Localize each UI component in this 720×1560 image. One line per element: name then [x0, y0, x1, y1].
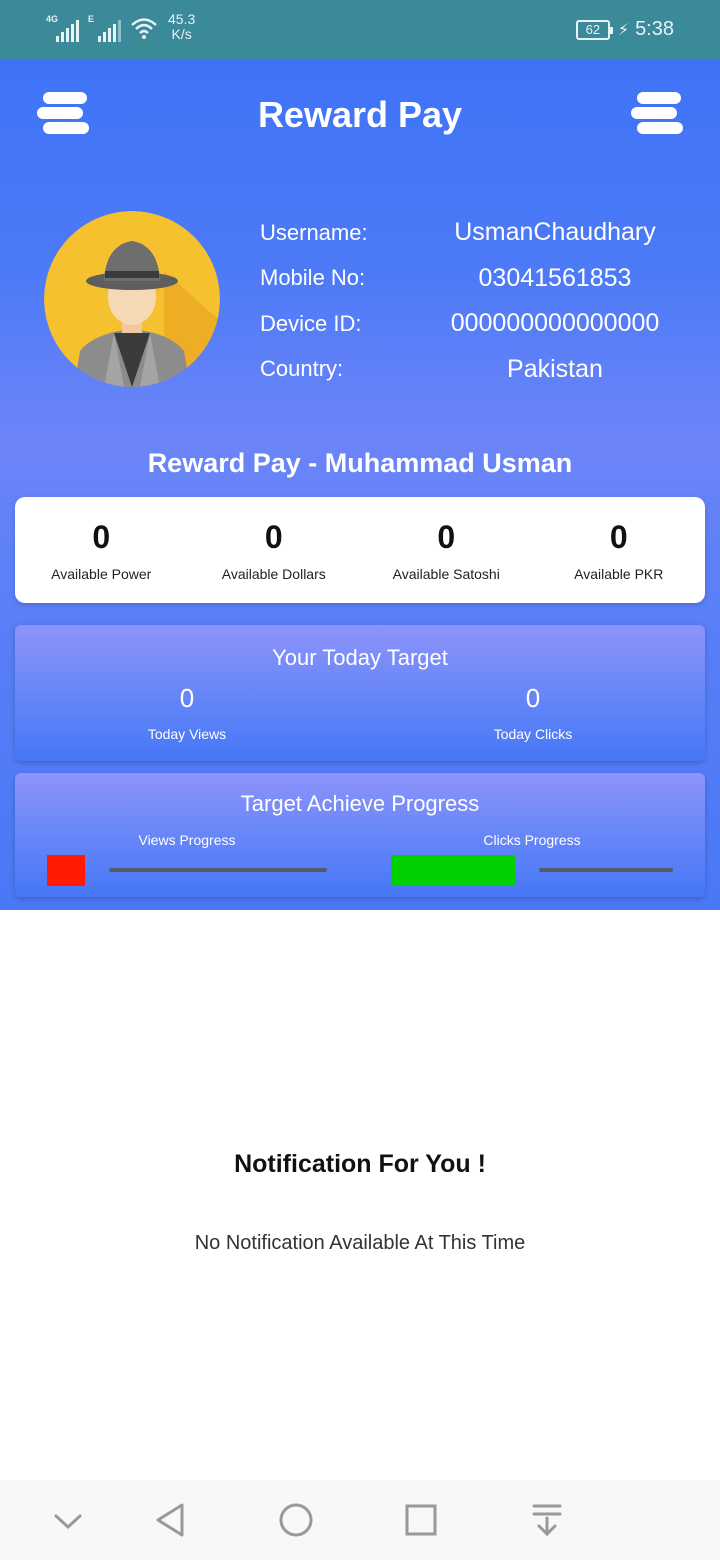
balance-power: 0 Available Power — [15, 497, 188, 603]
balance-satoshi: 0 Available Satoshi — [360, 497, 533, 603]
spy-avatar-icon — [44, 211, 220, 387]
country-label: Country: — [260, 356, 344, 382]
battery-icon: 62 — [575, 19, 613, 40]
chevron-down-icon[interactable] — [48, 1500, 88, 1540]
wifi-icon — [131, 18, 157, 39]
today-clicks-label: Today Clicks — [493, 726, 573, 742]
balance-label: Available Power — [51, 566, 152, 582]
battery-level: 62 — [585, 21, 601, 37]
balance-label: Available PKR — [574, 566, 664, 582]
network-type-label-2: E — [88, 14, 95, 24]
cell-signal-icon-2: E — [88, 12, 122, 42]
balance-card: 0 Available Power 0 Available Dollars 0 … — [15, 497, 705, 603]
app-title: Reward Pay — [257, 94, 463, 135]
profile-info: Username: UsmanChaudhary Mobile No: 0304… — [260, 210, 700, 392]
clicks-progress-label: Clicks Progress — [483, 832, 581, 848]
app-subtitle: Reward Pay - Muhammad Usman — [147, 448, 573, 478]
notification-empty-message: No Notification Available At This Time — [194, 1232, 526, 1254]
info-row-mobile: Mobile No: 03041561853 — [260, 256, 700, 302]
today-clicks-value: 0 — [525, 683, 541, 713]
views-progress-bar — [109, 868, 327, 872]
device-id-label: Device ID: — [260, 310, 362, 336]
balance-value: 0 — [264, 519, 283, 555]
today-target-card: Your Today Target 0 Today Views 0 Today … — [15, 625, 705, 761]
clock: 5:38 — [635, 18, 674, 40]
status-bar: 4G E 45.3 K/s 62 ⚡ 5:38 — [0, 0, 720, 60]
mobile-value: 03041561853 — [478, 263, 632, 292]
info-row-device: Device ID: 000000000000000 — [260, 301, 700, 347]
username-label: Username: — [260, 219, 368, 245]
balance-dollars: 0 Available Dollars — [188, 497, 361, 603]
info-row-country: Country: Pakistan — [260, 347, 700, 393]
balance-label: Available Satoshi — [392, 566, 500, 582]
home-icon[interactable] — [276, 1500, 316, 1540]
today-clicks-stat: 0 Today Clicks — [433, 683, 633, 742]
balance-label: Available Dollars — [221, 566, 326, 582]
back-icon[interactable] — [152, 1500, 192, 1540]
recents-icon[interactable] — [401, 1500, 441, 1540]
speed-unit: K/s — [171, 26, 192, 42]
target-progress-card: Target Achieve Progress Views Progress C… — [15, 773, 705, 897]
notification-title: Notification For You ! — [234, 1150, 486, 1178]
menu-icon-right[interactable] — [631, 90, 683, 136]
system-nav-bar — [0, 1480, 720, 1560]
mobile-label: Mobile No: — [260, 265, 366, 291]
views-progress-indicator — [47, 855, 85, 886]
views-progress-label: Views Progress — [138, 832, 236, 848]
today-views-label: Today Views — [147, 726, 227, 742]
balance-pkr: 0 Available PKR — [533, 497, 706, 603]
speed-value: 45.3 — [168, 11, 196, 27]
progress-title: Target Achieve Progress — [240, 791, 480, 816]
charging-icon: ⚡ — [617, 21, 630, 39]
balance-value: 0 — [609, 519, 628, 555]
network-speed: 45.3 K/s — [168, 12, 195, 42]
balance-value: 0 — [437, 519, 456, 555]
avatar — [44, 211, 220, 387]
profile-header: Reward Pay Username: UsmanChaudhary Mobi… — [0, 60, 720, 910]
country-value: Pakistan — [507, 354, 603, 383]
today-views-value: 0 — [179, 683, 195, 713]
today-views-stat: 0 Today Views — [87, 683, 287, 742]
notification-pull-down-icon[interactable] — [527, 1500, 567, 1540]
device-id-value: 000000000000000 — [450, 309, 660, 338]
balance-value: 0 — [92, 519, 111, 555]
username-value: UsmanChaudhary — [454, 218, 656, 247]
info-row-username: Username: UsmanChaudhary — [260, 210, 700, 256]
cell-signal-icon: 4G — [46, 12, 80, 42]
today-target-title: Your Today Target — [272, 645, 448, 670]
clicks-progress-bar — [539, 868, 673, 872]
clicks-progress-indicator — [391, 855, 515, 886]
